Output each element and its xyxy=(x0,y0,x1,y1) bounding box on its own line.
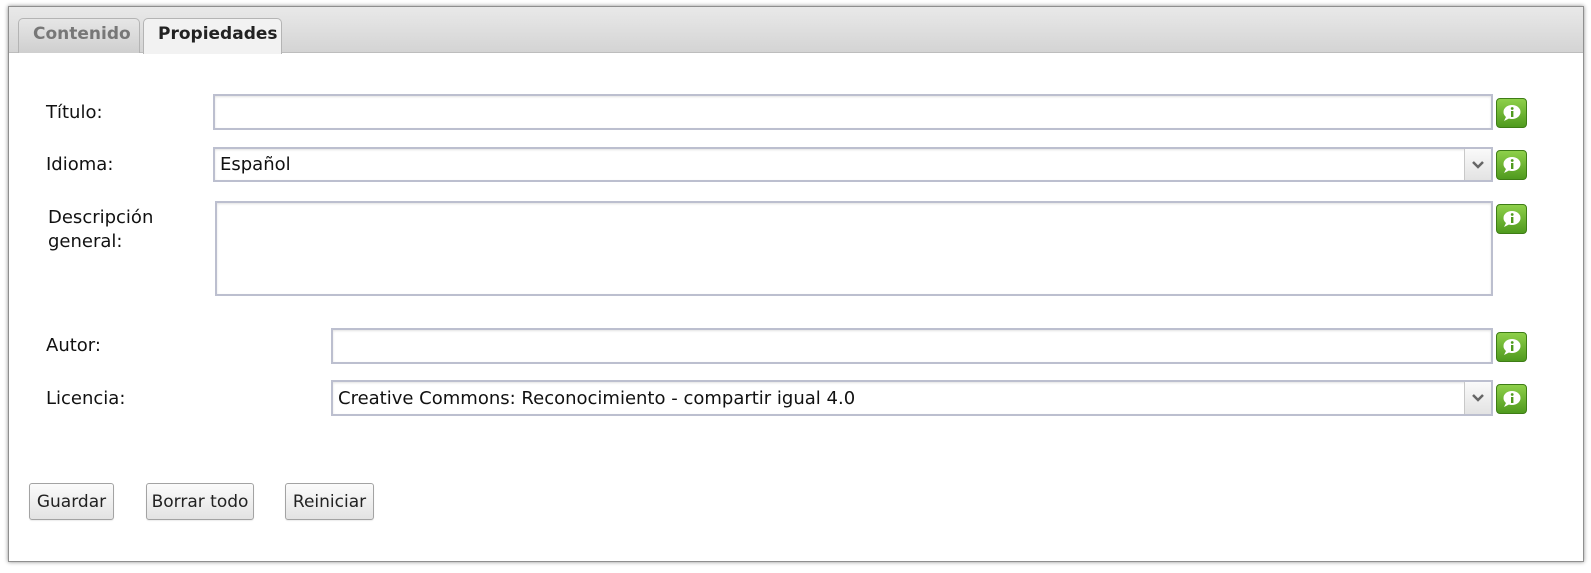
tab-propiedades[interactable]: Propiedades xyxy=(143,18,282,54)
titulo-input[interactable] xyxy=(215,96,1491,128)
licencia-label: Licencia: xyxy=(46,388,126,409)
autor-input[interactable] xyxy=(333,330,1491,362)
idioma-selected-value: Español xyxy=(220,154,291,175)
info-icon xyxy=(1503,391,1520,407)
titulo-label: Título: xyxy=(46,102,103,123)
info-icon xyxy=(1503,157,1520,173)
autor-label: Autor: xyxy=(46,335,101,356)
licencia-dropdown-arrow[interactable] xyxy=(1464,382,1491,414)
chevron-down-icon xyxy=(1472,160,1484,169)
licencia-selected-value: Creative Commons: Reconocimiento - compa… xyxy=(338,387,856,409)
descripcion-info-button[interactable] xyxy=(1496,204,1527,234)
borrar-todo-button[interactable]: Borrar todo xyxy=(146,483,254,520)
autor-info-button[interactable] xyxy=(1496,332,1527,362)
idioma-dropdown-arrow[interactable] xyxy=(1464,149,1491,180)
properties-panel: Contenido Propiedades Título: Idioma: Es… xyxy=(8,6,1584,562)
idioma-info-button[interactable] xyxy=(1496,150,1527,180)
tab-bar: Contenido Propiedades xyxy=(9,7,1583,54)
descripcion-label-line1: Descripción xyxy=(48,207,154,228)
info-icon xyxy=(1503,105,1520,121)
descripcion-label-line2: general: xyxy=(48,231,123,252)
reiniciar-button[interactable]: Reiniciar xyxy=(285,483,374,520)
titulo-info-button[interactable] xyxy=(1496,98,1527,128)
guardar-button[interactable]: Guardar xyxy=(29,483,114,520)
info-icon xyxy=(1503,211,1520,227)
titulo-field[interactable] xyxy=(213,94,1493,130)
descripcion-textarea[interactable] xyxy=(215,201,1493,296)
chevron-down-icon xyxy=(1472,394,1484,402)
idioma-select[interactable]: Español xyxy=(213,147,1493,182)
tab-contenido[interactable]: Contenido xyxy=(18,18,140,53)
licencia-info-button[interactable] xyxy=(1496,384,1527,414)
autor-field[interactable] xyxy=(331,328,1493,364)
licencia-select[interactable]: Creative Commons: Reconocimiento - compa… xyxy=(331,380,1493,416)
info-icon xyxy=(1503,339,1520,355)
idioma-label: Idioma: xyxy=(46,154,114,175)
descripcion-label: Descripción general: xyxy=(48,206,153,254)
